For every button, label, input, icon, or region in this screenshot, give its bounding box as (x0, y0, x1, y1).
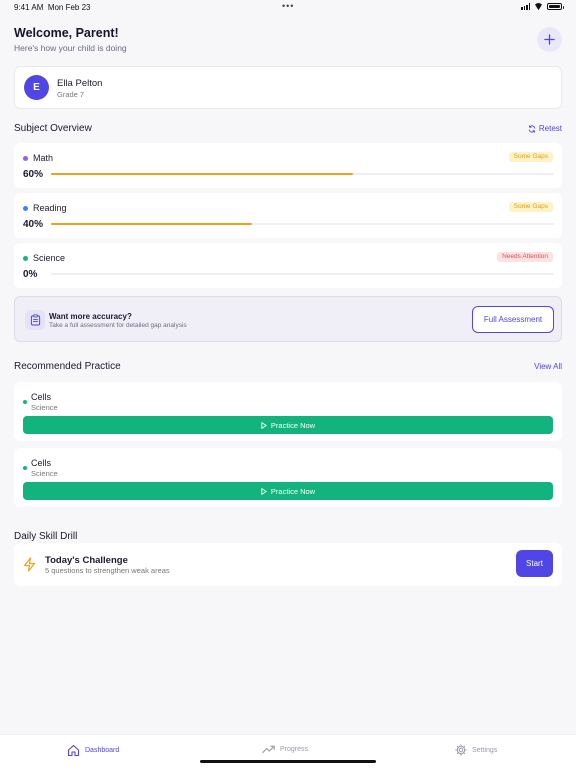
subject-percent: 60% (23, 169, 44, 180)
wifi-icon (534, 3, 543, 10)
view-all-link[interactable]: View All (534, 362, 562, 371)
promo-title: Want more accuracy? (49, 312, 132, 321)
full-assessment-button[interactable]: Full Assessment (472, 306, 554, 333)
page-subtitle: Here's how your child is doing (14, 43, 127, 53)
subject-percent: 40% (23, 219, 44, 230)
start-challenge-button[interactable]: Start (516, 550, 553, 577)
cellular-signal-icon (521, 3, 530, 10)
play-icon (261, 421, 267, 429)
subject-name: Math (33, 153, 54, 163)
status-time-value: 9:41 AM (14, 3, 44, 12)
refresh-icon (528, 124, 536, 133)
subject-color-dot (23, 256, 28, 261)
status-bar: 9:41 AM Mon Feb 23 ••• (0, 0, 576, 14)
challenge-title: Today's Challenge (45, 555, 128, 566)
practice-topic: Cells (31, 392, 52, 402)
tab-settings-label: Settings (472, 746, 498, 754)
subject-name: Science (33, 253, 66, 263)
progress-fill (51, 173, 353, 175)
view-all-label: View All (534, 362, 562, 371)
practice-card: Cells Science Practice Now (14, 382, 562, 441)
promo-subtitle: Take a full assessment for detailed gap … (49, 322, 187, 329)
subject-card-reading[interactable]: Reading Some Gaps 40% (14, 193, 562, 238)
lightning-icon (23, 557, 36, 572)
subject-overview-title: Subject Overview (14, 123, 92, 134)
practice-now-label: Practice Now (270, 486, 316, 496)
subject-name: Reading (33, 203, 67, 213)
tab-dashboard[interactable]: Dashboard (67, 744, 119, 757)
subject-card-math[interactable]: Math Some Gaps 60% (14, 143, 562, 188)
tab-dashboard-label: Dashboard (85, 747, 120, 754)
trending-up-icon (262, 745, 275, 754)
retest-label: Retest (538, 124, 562, 133)
student-grade: Grade 7 (57, 90, 85, 99)
plus-icon (544, 34, 555, 45)
avatar: E (24, 75, 49, 100)
daily-challenge-card: Today's Challenge 5 questions to strengt… (14, 543, 562, 586)
add-child-button[interactable] (537, 27, 562, 52)
subject-card-science[interactable]: Science Needs Attention 0% (14, 243, 562, 288)
student-name: Ella Pelton (57, 78, 103, 89)
practice-subject: Science (31, 403, 58, 412)
subject-color-dot (23, 156, 28, 161)
practice-card: Cells Science Practice Now (14, 448, 562, 507)
status-badge: Some Gaps (508, 202, 553, 212)
progress-bar (51, 173, 554, 175)
multitasking-dots[interactable]: ••• (282, 1, 294, 11)
gear-icon (455, 744, 467, 756)
daily-skill-drill-title: Daily Skill Drill (14, 531, 78, 542)
status-date: Mon Feb 23 (47, 3, 91, 12)
student-card[interactable]: E Ella Pelton Grade 7 (14, 66, 562, 109)
tab-settings[interactable]: Settings (455, 744, 497, 756)
practice-topic: Cells (31, 458, 52, 468)
tab-progress[interactable]: Progress (262, 744, 308, 754)
status-icons (521, 3, 564, 10)
recommended-practice-title: Recommended Practice (14, 361, 121, 372)
home-indicator[interactable] (200, 760, 376, 763)
subject-percent: 0% (23, 269, 38, 280)
page-title: Welcome, Parent! (14, 26, 119, 40)
practice-now-button[interactable]: Practice Now (23, 416, 553, 434)
progress-fill (51, 223, 253, 225)
subject-color-dot (23, 466, 27, 470)
status-time: 9:41 AM Mon Feb 23 (14, 3, 91, 12)
practice-subject: Science (31, 469, 58, 478)
progress-bar (51, 273, 554, 275)
battery-icon (547, 3, 564, 10)
tab-progress-label: Progress (280, 745, 309, 753)
progress-bar (51, 223, 554, 225)
subject-color-dot (23, 400, 27, 404)
retest-link[interactable]: Retest (528, 124, 562, 133)
status-badge: Some Gaps (508, 152, 553, 162)
home-icon (67, 744, 80, 757)
practice-now-button[interactable]: Practice Now (23, 482, 553, 500)
subject-color-dot (23, 206, 28, 211)
welcome-header: Welcome, Parent! Here's how your child i… (14, 26, 127, 53)
status-badge: Needs Attention (497, 252, 553, 262)
clipboard-icon (25, 310, 45, 330)
play-icon (261, 487, 267, 495)
challenge-subtitle: 5 questions to strengthen weak areas (45, 566, 170, 575)
assessment-promo-card: Want more accuracy? Take a full assessme… (14, 296, 562, 342)
practice-now-label: Practice Now (270, 420, 316, 430)
